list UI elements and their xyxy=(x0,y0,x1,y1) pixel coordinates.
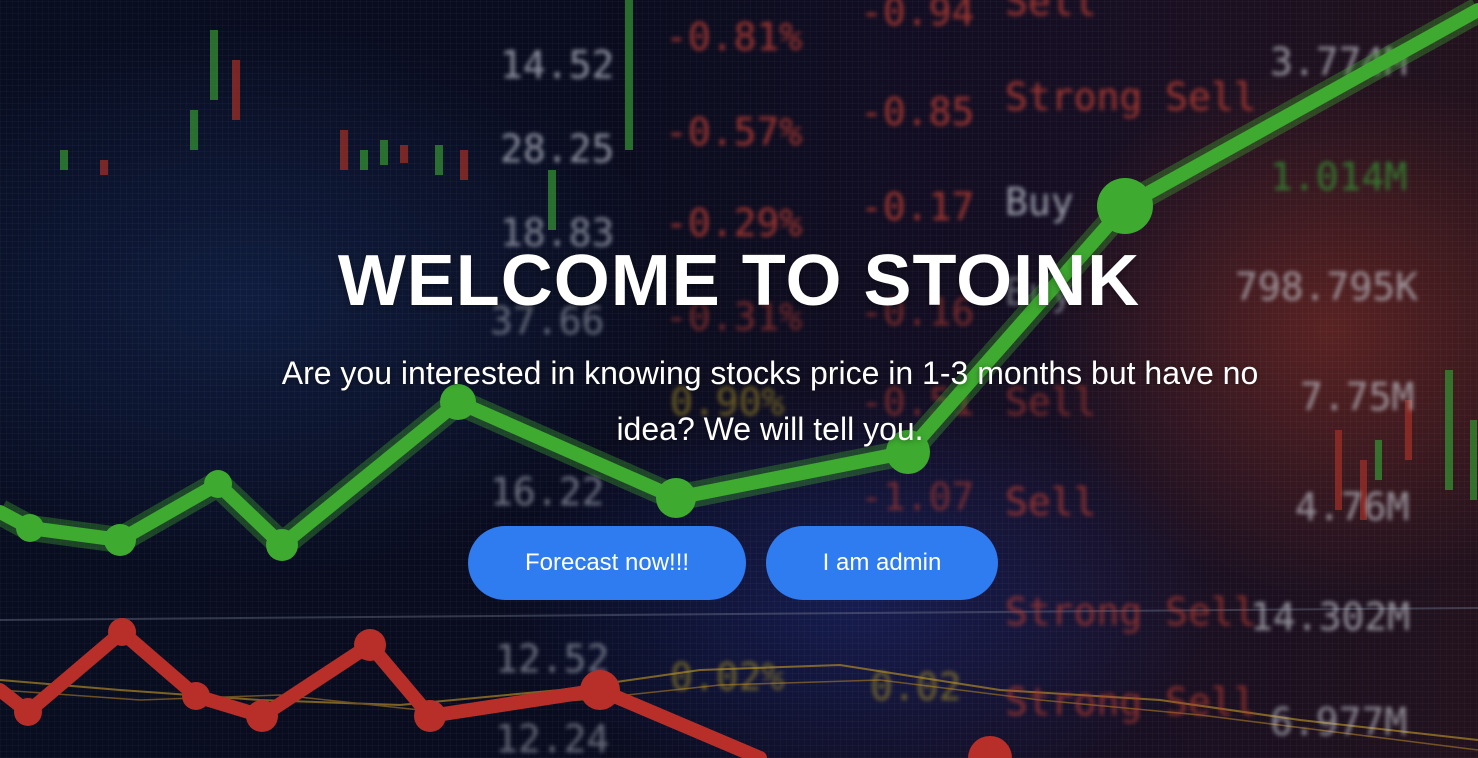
admin-login-button[interactable]: I am admin xyxy=(766,526,998,600)
forecast-now-button[interactable]: Forecast now!!! xyxy=(468,526,746,600)
hero-subtitle: Are you interested in knowing stocks pri… xyxy=(281,355,1259,447)
page-title: WELCOME TO STOINK xyxy=(337,241,1141,321)
hero-actions: Forecast now!!! I am admin xyxy=(0,526,1478,600)
hero-content: WELCOME TO STOINK Are you interested in … xyxy=(0,0,1478,758)
hero-section: 14.52 28.25 18.83 37.66 16.22 12.52 12.2… xyxy=(0,0,1478,758)
